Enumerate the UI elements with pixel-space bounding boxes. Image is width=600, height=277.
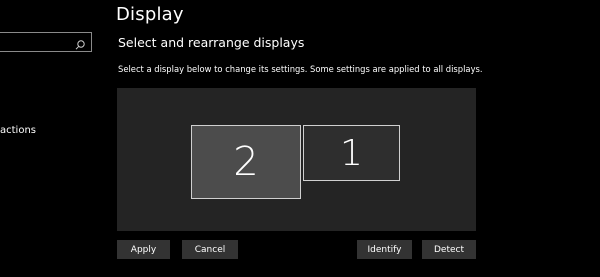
display-2-tile[interactable]: 2	[191, 125, 301, 199]
apply-button[interactable]: Apply	[117, 240, 170, 259]
page-title: Display	[116, 4, 184, 25]
display-2-number: 2	[233, 139, 259, 185]
search-icon[interactable]	[74, 36, 86, 50]
display-arrangement-area[interactable]: 2 1	[117, 88, 476, 231]
sidebar-item-label[interactable]: actions	[0, 125, 36, 136]
identify-button[interactable]: Identify	[357, 240, 412, 259]
search-input[interactable]	[0, 32, 92, 52]
cancel-button[interactable]: Cancel	[182, 240, 238, 259]
display-1-number: 1	[340, 132, 363, 174]
display-1-tile[interactable]: 1	[303, 125, 400, 181]
detect-button[interactable]: Detect	[422, 240, 476, 259]
instruction-text: Select a display below to change its set…	[118, 64, 483, 74]
section-title: Select and rearrange displays	[118, 35, 305, 50]
